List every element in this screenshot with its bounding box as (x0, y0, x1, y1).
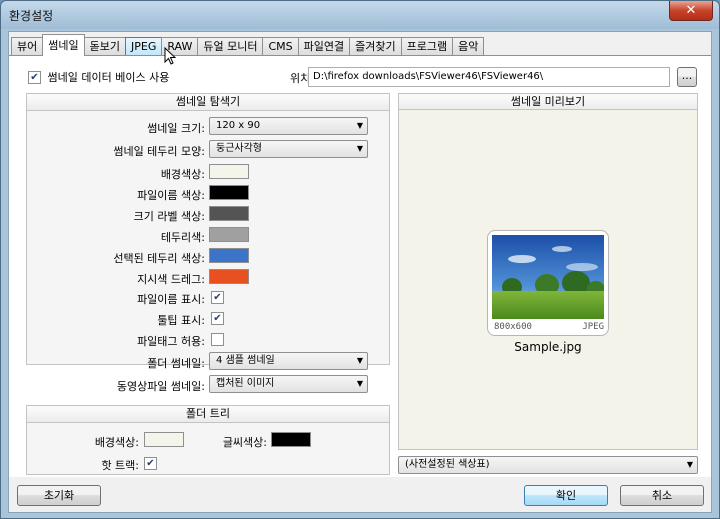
chevron-down-icon: ▼ (356, 379, 363, 388)
drag-color-label: 지시색 드레그: (137, 273, 205, 286)
folder-thumb-select[interactable]: 4 샘플 썸네일 ▼ (209, 352, 368, 370)
dialog-client: 뷰어 썸네일 돋보기 JPEG RAW 듀얼 모니터 CMS 파일연결 즐겨찾기 프로그램 음악 ✔… (8, 31, 712, 513)
size-select[interactable]: 120 x 90 ▼ (209, 117, 368, 135)
title-bar[interactable]: 환경설정 ✕ (1, 1, 719, 29)
folder-tree-header: 폴더 트리 (27, 406, 389, 423)
bg-color-swatch[interactable] (209, 164, 249, 179)
thumbnail-meta: 800x600 JPEG (494, 322, 604, 332)
browse-button[interactable]: ... (677, 67, 697, 87)
show-tooltip-label: 툴팁 표시: (157, 314, 205, 327)
reset-button[interactable]: 초기화 (17, 485, 101, 506)
tree-text-color-label: 글씨색상: (222, 436, 267, 449)
chevron-down-icon: ▼ (686, 460, 693, 469)
filename-color-label: 파일이름 색상: (137, 189, 205, 202)
border-color-label: 테두리색: (160, 231, 205, 244)
thumb-explorer-header: 썸네일 탐색기 (27, 94, 389, 111)
settings-window: 환경설정 ✕ 뷰어 썸네일 돋보기 JPEG RAW 듀얼 모니터 CMS 파일연결 즐겨찾기 프… (0, 0, 720, 519)
window-title: 환경설정 (9, 9, 54, 23)
preset-color-select[interactable]: (사전설정된 색상표) ▼ (398, 456, 698, 474)
hot-track-label: 핫 트랙: (101, 459, 139, 472)
allow-filetag-label: 파일태그 허용: (137, 335, 205, 348)
tree-bg-color-label: 배경색상: (94, 436, 139, 449)
thumbnail-filename: Sample.jpg (514, 340, 582, 354)
tab-1[interactable]: 썸네일 (42, 34, 85, 56)
preview-group: 썸네일 미리보기 (398, 93, 698, 111)
folder-thumb-select-value: 4 샘플 썸네일 (216, 355, 275, 366)
border-shape-select[interactable]: 둥근사각형 ▼ (209, 140, 368, 158)
tab-6[interactable]: CMS (262, 37, 299, 56)
size-label-color-swatch[interactable] (209, 206, 249, 221)
preset-color-select-value: (사전설정된 색상표) (405, 459, 490, 470)
tab-9[interactable]: 프로그램 (400, 37, 454, 56)
video-thumb-label: 동영상파일 썸네일: (116, 380, 205, 393)
preview-canvas: 800x600 JPEG Sample.jpg (398, 110, 698, 450)
tab-0[interactable]: 뷰어 (11, 37, 44, 56)
video-thumb-select-value: 캡처된 이미지 (216, 378, 275, 389)
chevron-down-icon: ▼ (356, 121, 363, 130)
thumb-db-checkbox[interactable]: ✔ (28, 70, 41, 84)
tab-3[interactable]: JPEG (125, 37, 163, 56)
preview-header: 썸네일 미리보기 (398, 93, 698, 110)
cancel-button[interactable]: 취소 (620, 485, 704, 506)
tab-8[interactable]: 즐겨찾기 (349, 37, 402, 56)
chevron-down-icon: ▼ (356, 356, 363, 365)
tab-10[interactable]: 음악 (452, 37, 485, 56)
selected-border-color-label: 선택된 테두리 색상: (113, 252, 205, 265)
thumb-db-row[interactable]: ✔ 썸네일 데이터 베이스 사용 (28, 69, 169, 85)
video-thumb-select[interactable]: 캡처된 이미지 ▼ (209, 375, 368, 393)
selected-border-color-swatch[interactable] (209, 248, 249, 263)
size-label: 썸네일 크기: (147, 122, 205, 135)
filename-color-swatch[interactable] (209, 185, 249, 200)
hot-track-checkbox[interactable]: ✔ (144, 457, 157, 470)
tab-2[interactable]: 돋보기 (83, 37, 126, 56)
thumb-db-label: 썸네일 데이터 베이스 사용 (47, 71, 170, 84)
tab-strip: 뷰어 썸네일 돋보기 JPEG RAW 듀얼 모니터 CMS 파일연결 즐겨찾기 프로그램 음악 (11, 34, 485, 56)
thumbnail-dimensions: 800x600 (494, 322, 532, 332)
show-tooltip-checkbox[interactable]: ✔ (211, 312, 224, 325)
tab-5[interactable]: 듀얼 모니터 (197, 37, 264, 56)
location-input[interactable]: D:\firefox downloads\FSViewer46\FSViewer… (308, 67, 670, 87)
tree-text-color-swatch[interactable] (271, 432, 311, 447)
tab-7[interactable]: 파일연결 (297, 37, 351, 56)
thumbnail-format: JPEG (582, 322, 604, 332)
border-color-swatch[interactable] (209, 227, 249, 242)
folder-thumb-label: 폴더 썸네일: (147, 357, 205, 370)
bg-color-label: 배경색상: (160, 168, 205, 181)
sample-thumbnail-image (492, 235, 604, 319)
border-shape-label: 썸네일 테두리 모양: (113, 145, 205, 158)
drag-color-swatch[interactable] (209, 269, 249, 284)
close-button[interactable]: ✕ (669, 1, 713, 21)
allow-filetag-checkbox[interactable] (211, 333, 224, 346)
mouse-cursor-icon (164, 47, 177, 65)
size-select-value: 120 x 90 (216, 120, 261, 131)
chevron-down-icon: ▼ (356, 144, 363, 153)
border-shape-select-value: 둥근사각형 (216, 143, 262, 154)
show-filename-label: 파일이름 표시: (137, 293, 205, 306)
ok-button[interactable]: 확인 (524, 485, 608, 506)
tree-bg-color-swatch[interactable] (144, 432, 184, 447)
show-filename-checkbox[interactable]: ✔ (211, 291, 224, 304)
sample-thumbnail-card[interactable]: 800x600 JPEG (487, 230, 609, 336)
size-label-color-label: 크기 라벨 색상: (133, 210, 205, 223)
